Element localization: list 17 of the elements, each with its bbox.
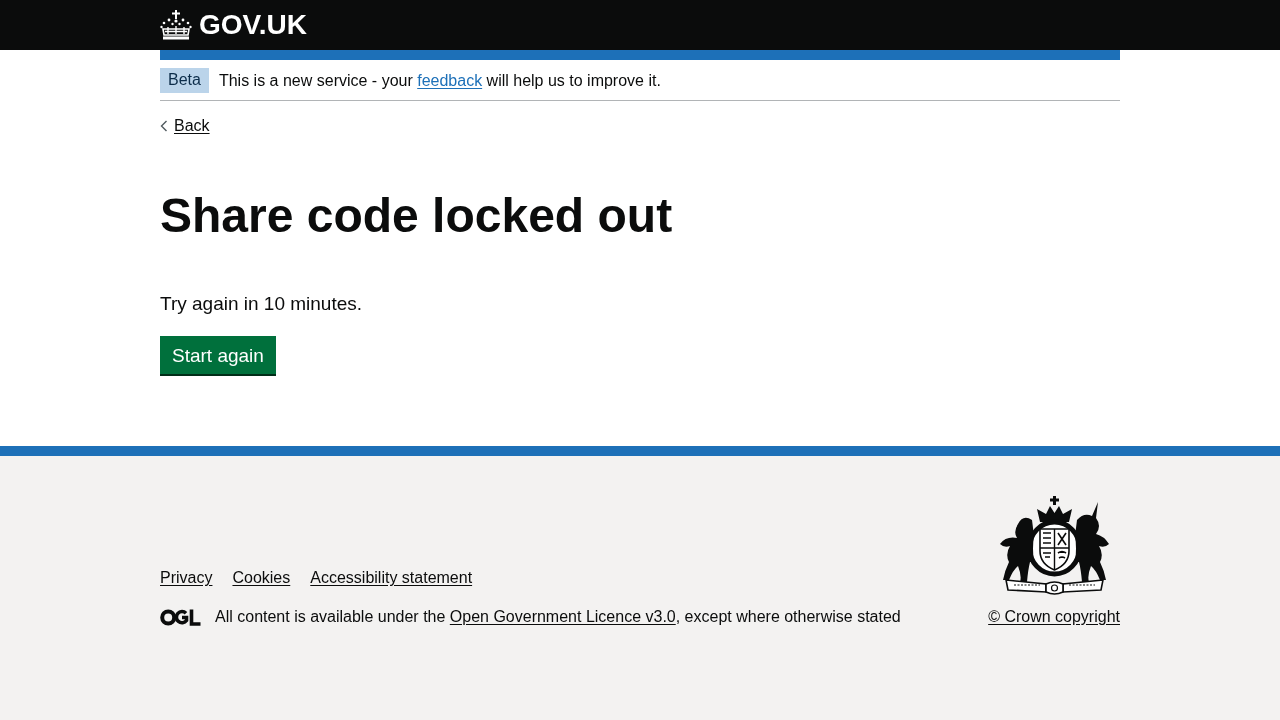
copyright-link[interactable]: © Crown copyright (988, 607, 1120, 627)
body-text: Try again in 10 minutes. (160, 292, 364, 316)
crown-icon (160, 10, 192, 40)
phase-tag: Beta (160, 68, 209, 93)
chevron-left-icon (160, 120, 168, 132)
phase-banner-text: This is a new service - your feedback will help us to improve it. (218, 70, 661, 91)
footer-link[interactable]: Accessibility statement (310, 568, 473, 588)
page-heading: Share code locked out (160, 191, 674, 241)
start-again-button[interactable]: Start again (160, 336, 276, 374)
back-link[interactable]: Back (160, 116, 210, 136)
govuk-logo-link[interactable]: GOV.UK (160, 10, 307, 40)
feedback-link[interactable]: feedback (417, 71, 483, 89)
footer-link[interactable]: Cookies (232, 568, 291, 588)
footer-link[interactable]: Privacy (160, 568, 213, 588)
ogl-logo-icon (160, 608, 201, 626)
licence-text: All content is available under the Open Government Licence v3.0, except where otherwise stated (215, 607, 901, 627)
licence-link[interactable]: Open Government Licence v3.0 (449, 608, 676, 625)
